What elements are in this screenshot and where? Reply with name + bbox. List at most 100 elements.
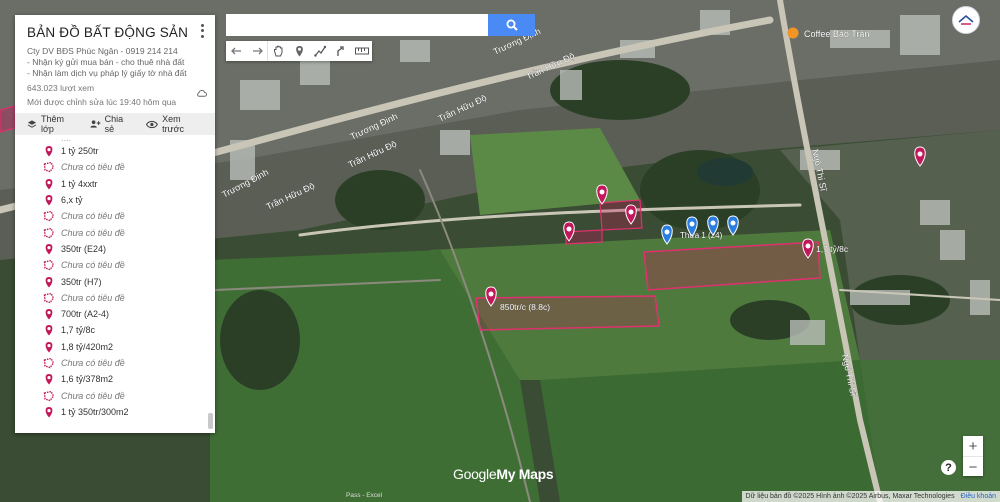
list-item-label: 1,8 tỷ/420m2 (61, 341, 114, 352)
field-4 (860, 360, 1000, 502)
map-pin-icon (45, 309, 53, 320)
map-pin-icon (45, 325, 53, 336)
map-pin-icon (45, 243, 53, 255)
search-icon (506, 19, 518, 31)
undo-icon (230, 47, 241, 54)
list-item-label: Chưa có tiêu đề (61, 227, 125, 238)
preview-button[interactable]: Xem trước (146, 114, 201, 134)
pan-button[interactable] (267, 41, 289, 61)
more-options-icon[interactable] (197, 23, 207, 39)
list-item-partial: .... (61, 136, 72, 143)
list-item[interactable]: 1,7 tỷ/8c (15, 322, 215, 338)
list-item[interactable]: Chưa có tiêu đề (15, 355, 215, 371)
share-button[interactable]: Chia sẻ (90, 114, 132, 134)
google-wordmark: Google (453, 466, 497, 482)
list-item[interactable]: 1,6 tỷ/378m2 (15, 371, 215, 387)
list-item-label: 1 tỷ 350tr/300m2 (61, 406, 129, 417)
zoom-out-button[interactable]: − (963, 456, 983, 477)
map-toolbar (226, 41, 372, 61)
map-pin-icon (45, 374, 53, 385)
help-button[interactable]: ? (941, 460, 956, 475)
list-item-label: 1 tỷ 250tr (61, 146, 99, 157)
help-label: ? (945, 461, 952, 474)
map-pin-icon (45, 406, 53, 418)
list-item-label: Chưa có tiêu đề (61, 162, 125, 173)
map-pin-icon (45, 276, 53, 288)
map-pin-icon (45, 341, 53, 353)
zoom-control: + − (963, 436, 983, 476)
list-item[interactable]: 1 tỷ 4xxtr (15, 176, 215, 192)
map-pin-icon (45, 195, 53, 206)
list-item-label: 1,6 tỷ/378m2 (61, 374, 114, 385)
list-item-label: Chưa có tiêu đề (61, 390, 125, 401)
company-logo (952, 6, 980, 34)
list-item-label: Chưa có tiêu đề (61, 358, 125, 368)
add-layer-label: Thêm lớp (40, 114, 64, 134)
coffee-icon[interactable] (787, 27, 799, 39)
search-button[interactable] (488, 14, 535, 36)
list-item[interactable]: 350tr (H7) (15, 273, 215, 289)
list-item[interactable]: Chưa có tiêu đề (15, 224, 215, 240)
list-item[interactable]: Chưa có tiêu đề (15, 159, 215, 175)
polygon-icon (43, 390, 55, 401)
directions-icon (337, 46, 344, 56)
cloud-sync-icon (197, 90, 207, 97)
field-3 (540, 360, 880, 502)
polygon-icon (43, 227, 55, 238)
panel-actions: Thêm lớp Chia sẻ Xem trước (15, 113, 215, 135)
list-item[interactable]: 6,x tỷ (15, 192, 215, 208)
polygon-icon (43, 211, 55, 222)
list-item[interactable]: Chưa có tiêu đề (15, 290, 215, 306)
list-item[interactable]: 700tr (A2-4) (15, 306, 215, 322)
terms-link[interactable]: Điều khoản (961, 493, 996, 500)
list-item-label: Chưa có tiêu đề (61, 211, 125, 222)
list-item-label: 700tr (A2-4) (61, 309, 110, 320)
add-layer-button[interactable]: Thêm lớp (27, 114, 76, 134)
logo-icon (958, 14, 974, 25)
polygon-icon (43, 259, 55, 271)
panel-scrollbar[interactable] (208, 413, 213, 429)
map-attribution: Dữ liệu bản đồ ©2025 Hình ảnh ©2025 Airb… (741, 491, 1000, 502)
parcel-polygon[interactable] (0, 105, 16, 133)
list-item[interactable]: Chưa có tiêu đề (15, 387, 215, 403)
map-title[interactable]: BẢN ĐỒ BẤT ĐỘNG SẢN (27, 25, 203, 40)
list-item-label: 350tr (H7) (61, 276, 102, 287)
list-item-label: 1,7 tỷ/8c (61, 325, 96, 336)
last-edited: Mới được chỉnh sửa lúc 19:40 hôm qua (27, 97, 177, 107)
share-label: Chia sẻ (104, 114, 124, 134)
directions-button[interactable] (331, 41, 352, 61)
undo-button[interactable] (226, 41, 247, 61)
list-item-label: 6,x tỷ (61, 195, 83, 206)
add-marker-button[interactable] (289, 41, 310, 61)
preview-label: Xem trước (162, 114, 184, 134)
add-marker-icon (296, 46, 303, 57)
search-input[interactable] (226, 14, 488, 36)
measure-button[interactable] (351, 41, 372, 61)
polygon-icon (43, 292, 55, 304)
layers-icon (27, 120, 37, 128)
hand-icon (274, 45, 283, 57)
map-description: Cty DV BĐS Phúc Ngân - 0919 214 214 - Nh… (27, 46, 187, 78)
pond (697, 158, 753, 186)
list-item[interactable]: 350tr (E24) (15, 241, 215, 257)
list-item[interactable]: 1 tỷ 250tr (15, 143, 215, 159)
eye-icon (146, 120, 159, 128)
parcel-label: 1,7 tỷ/8c (816, 244, 849, 254)
list-item[interactable]: Chưa có tiêu đề (15, 208, 215, 224)
list-item-label: Chưa có tiêu đề (61, 292, 125, 303)
list-item[interactable]: 1,8 tỷ/420m2 (15, 339, 215, 355)
draw-line-button[interactable] (310, 41, 331, 61)
google-mymaps-logo: GoogleMy Maps (453, 466, 554, 482)
map-pin-icon (45, 178, 53, 190)
polygon-icon (43, 162, 55, 173)
poi-label-coffee[interactable]: Coffee Bảo Trân (804, 29, 870, 39)
list-item[interactable]: Chưa có tiêu đề (15, 257, 215, 273)
pins-label: Thửa 1 (24) (680, 231, 723, 240)
list-item-label: Chưa có tiêu đề (61, 260, 125, 271)
redo-button[interactable] (247, 41, 268, 61)
list-item[interactable]: 1 tỷ 350tr/300m2 (15, 404, 215, 420)
draw-line-icon (314, 45, 327, 57)
panel-header: BẢN ĐỒ BẤT ĐỘNG SẢN Cty DV BĐS Phúc Ngân… (15, 15, 215, 114)
view-count: 643.023 lượt xem (27, 83, 95, 93)
zoom-in-button[interactable]: + (963, 436, 983, 456)
